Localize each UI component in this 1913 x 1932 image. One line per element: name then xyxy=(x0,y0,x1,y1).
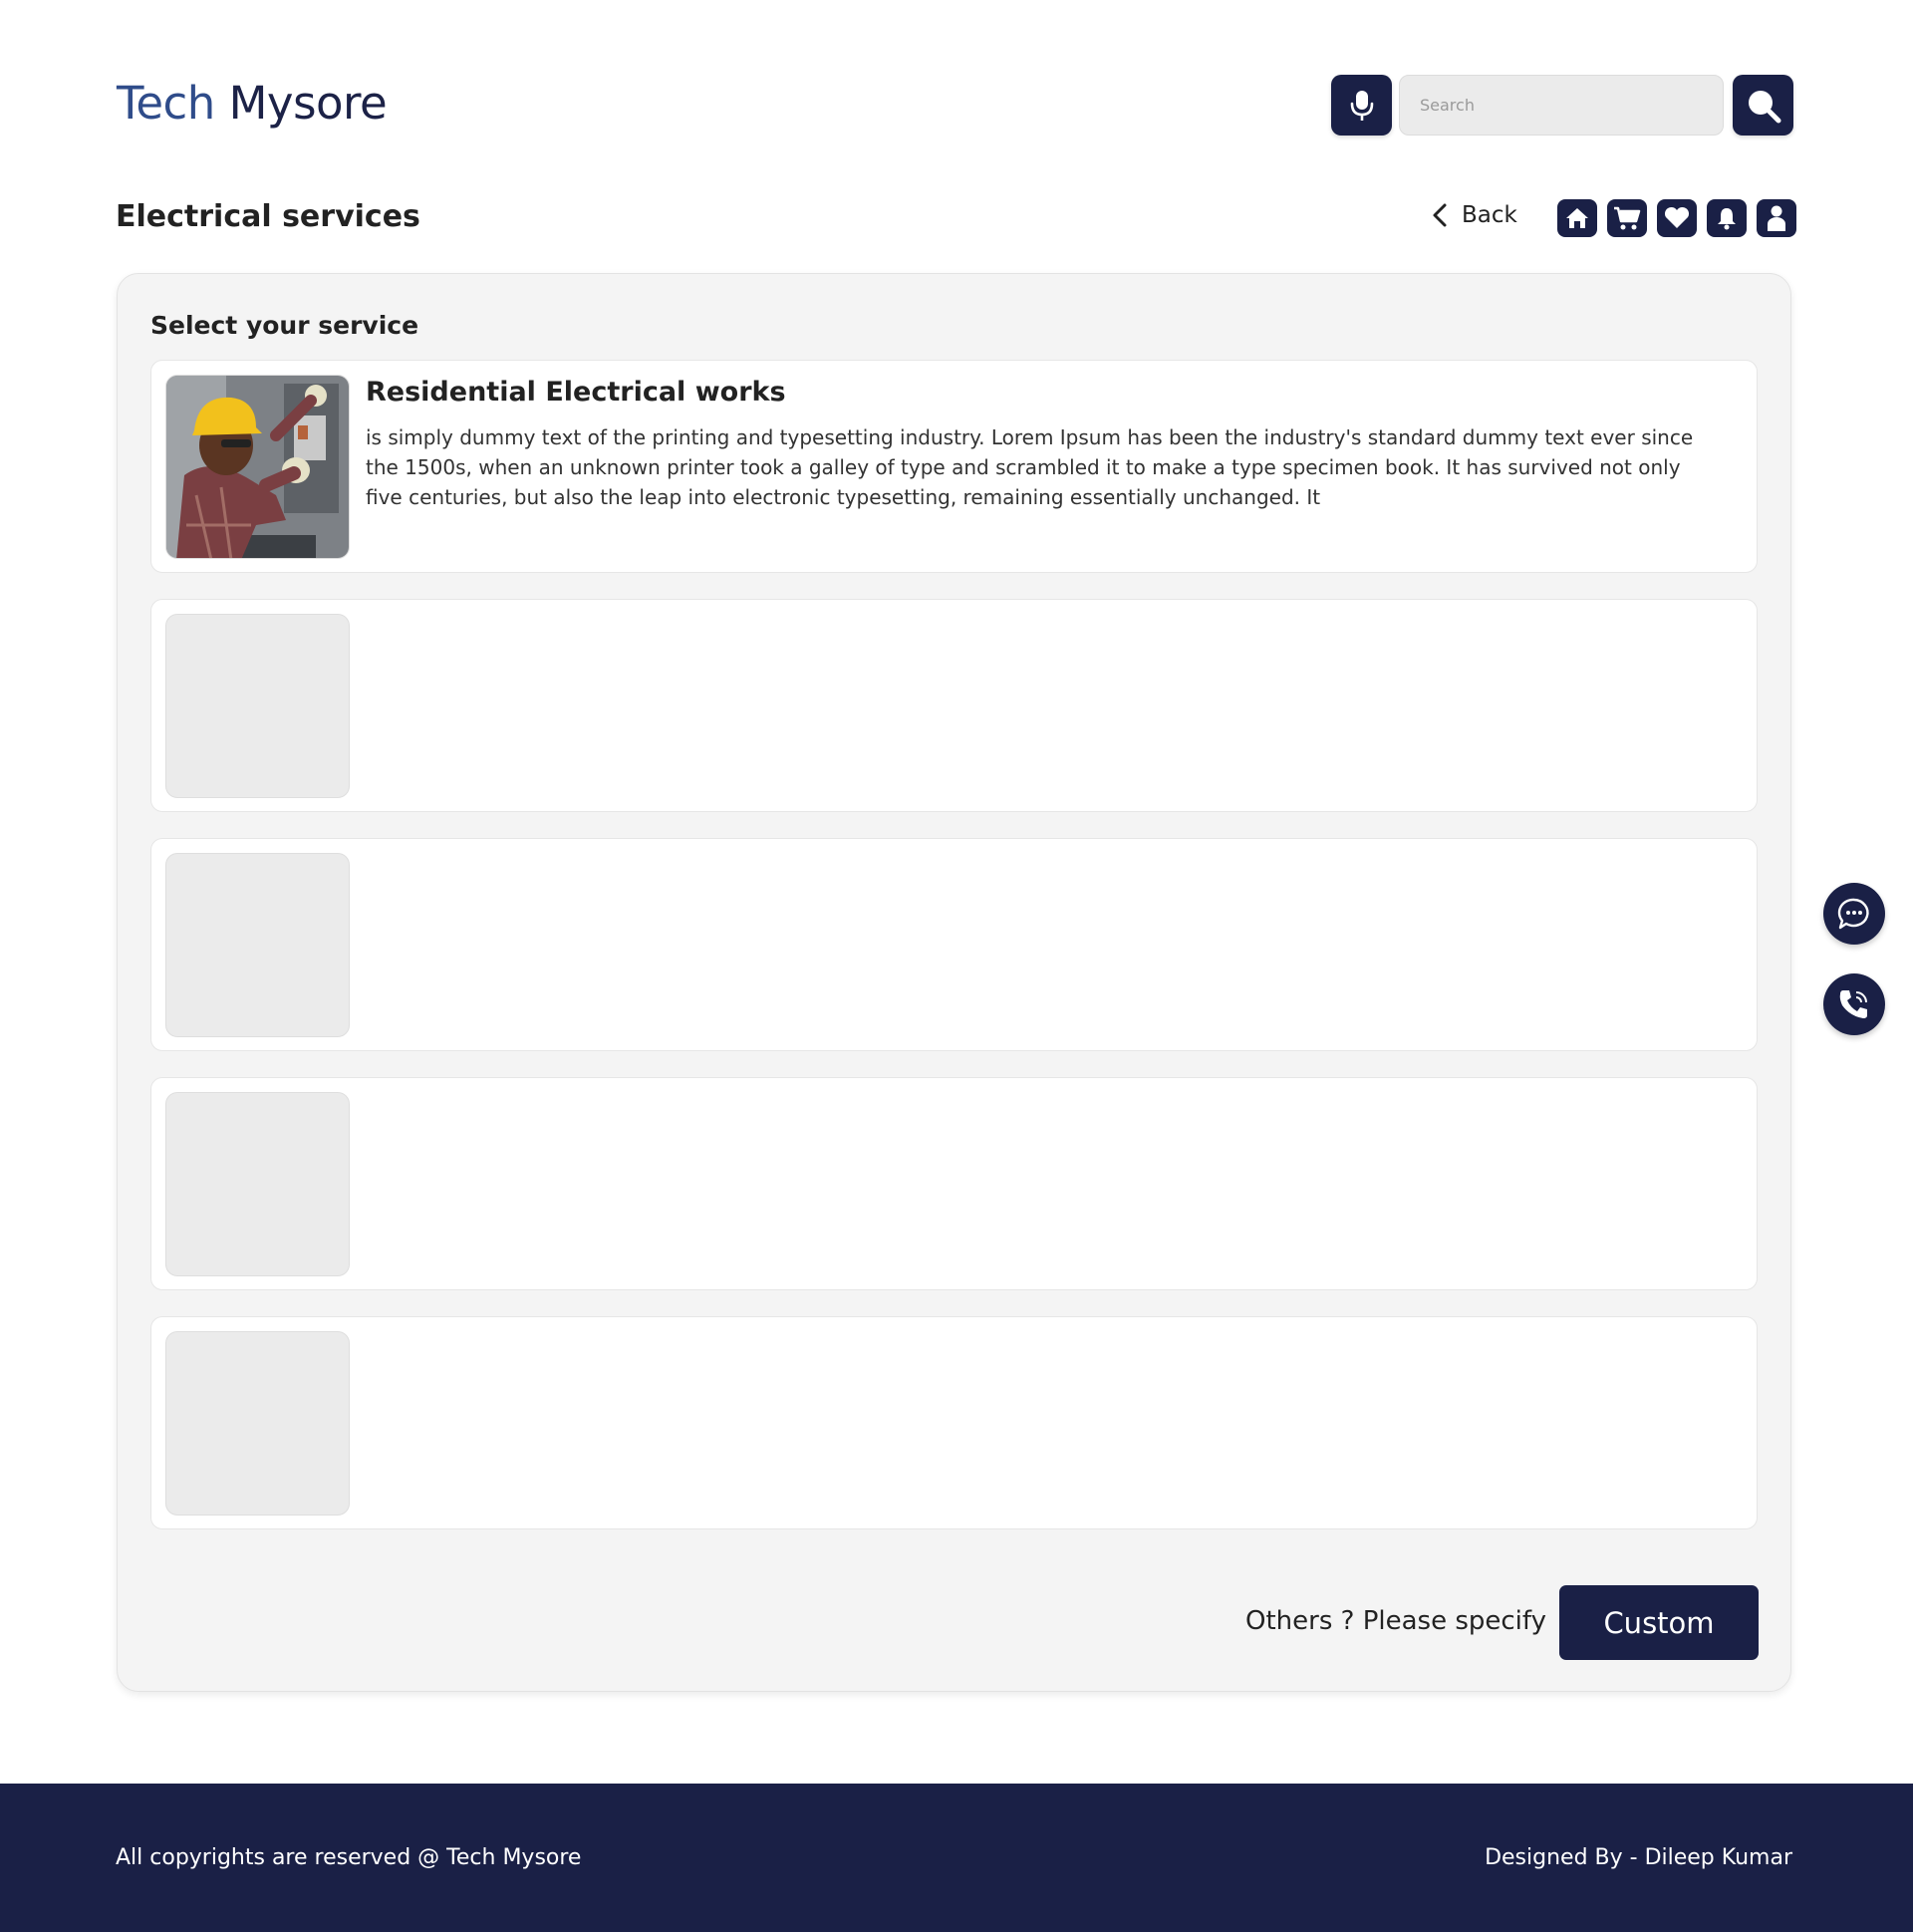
others-label: Others ? Please specify xyxy=(1245,1606,1546,1636)
chat-button[interactable] xyxy=(1823,883,1885,945)
service-card[interactable] xyxy=(150,1077,1758,1290)
search-input[interactable] xyxy=(1399,75,1724,136)
user-icon xyxy=(1768,205,1785,231)
service-image-placeholder xyxy=(165,614,350,798)
brand-word-2: Mysore xyxy=(228,77,388,130)
cart-icon xyxy=(1614,206,1641,230)
header-nav xyxy=(1557,199,1796,237)
home-icon xyxy=(1566,208,1588,228)
voice-search-button[interactable] xyxy=(1331,75,1392,136)
back-button[interactable]: Back xyxy=(1432,202,1517,228)
footer-designer: Designed By - Dileep Kumar xyxy=(1485,1845,1792,1870)
wishlist-button[interactable] xyxy=(1657,199,1697,237)
bell-icon xyxy=(1718,208,1736,230)
profile-button[interactable] xyxy=(1757,199,1796,237)
brand-logo[interactable]: Tech Mysore xyxy=(117,77,388,130)
service-name: Residential Electrical works xyxy=(366,377,786,408)
home-button[interactable] xyxy=(1557,199,1597,237)
custom-button[interactable]: Custom xyxy=(1559,1585,1759,1660)
service-card[interactable]: Residential Electrical works is simply d… xyxy=(150,360,1758,573)
microphone-icon xyxy=(1350,90,1373,121)
service-card[interactable] xyxy=(150,599,1758,812)
page-title: Electrical services xyxy=(116,199,420,234)
electrician-photo xyxy=(166,376,349,558)
footer: All copyrights are reserved @ Tech Mysor… xyxy=(0,1784,1913,1932)
heart-icon xyxy=(1664,206,1690,228)
service-description: is simply dummy text of the printing and… xyxy=(366,425,1694,509)
notifications-button[interactable] xyxy=(1707,199,1747,237)
call-button[interactable] xyxy=(1823,973,1885,1035)
phone-icon xyxy=(1839,990,1867,1018)
service-image-placeholder xyxy=(165,1092,350,1276)
service-image-placeholder xyxy=(165,853,350,1037)
search-icon xyxy=(1748,90,1780,123)
footer-copyright: All copyrights are reserved @ Tech Mysor… xyxy=(116,1845,582,1870)
chat-icon xyxy=(1837,898,1869,930)
cart-button[interactable] xyxy=(1607,199,1647,237)
service-image xyxy=(165,375,350,559)
service-image-placeholder xyxy=(165,1331,350,1516)
panel-title: Select your service xyxy=(150,311,419,340)
service-card[interactable] xyxy=(150,838,1758,1051)
back-label: Back xyxy=(1462,202,1517,228)
service-card[interactable] xyxy=(150,1316,1758,1529)
search-button[interactable] xyxy=(1733,75,1793,136)
brand-word-1: Tech xyxy=(117,77,215,130)
chevron-left-icon xyxy=(1433,203,1447,227)
